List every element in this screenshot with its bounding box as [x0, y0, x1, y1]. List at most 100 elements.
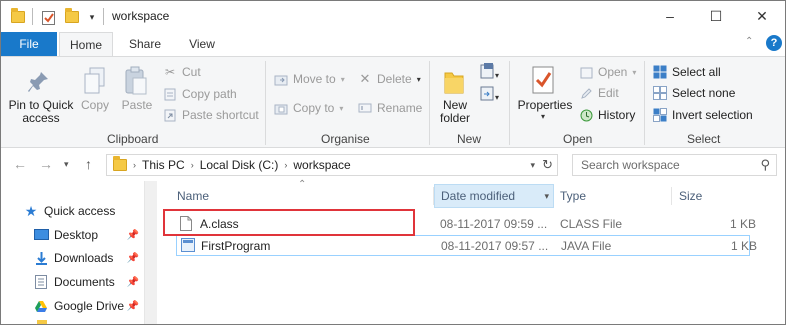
- search-box[interactable]: ⚲: [572, 154, 777, 176]
- cut-label: Cut: [182, 65, 201, 79]
- pin-icon[interactable]: 📌: [127, 230, 139, 241]
- svg-text:▾: ▾: [495, 71, 499, 80]
- rename-label: Rename: [377, 101, 423, 115]
- delete-label: Delete: [377, 72, 412, 86]
- open-label: Open: [598, 65, 628, 79]
- explorer-window: ▾ workspace – ☐ ✕ File Home Share View ⌃…: [0, 0, 786, 325]
- copy-path-button[interactable]: Copy path: [163, 85, 237, 103]
- tab-view[interactable]: View: [177, 32, 227, 56]
- invert-selection-label: Invert selection: [672, 108, 753, 122]
- tab-share[interactable]: Share: [119, 32, 171, 56]
- group-divider: [644, 61, 645, 145]
- copy-to-icon: [274, 101, 288, 115]
- collapse-ribbon-icon[interactable]: ⌃: [745, 36, 753, 47]
- clipboard-group-label: Clipboard: [107, 132, 159, 146]
- easy-access-icon[interactable]: ▾: [479, 83, 501, 103]
- new-folder-quick-icon[interactable]: [63, 8, 81, 26]
- column-filter-chevron-icon[interactable]: ▾: [544, 191, 549, 202]
- paste-button[interactable]: Paste: [119, 99, 155, 112]
- column-header-type[interactable]: Type: [554, 184, 669, 208]
- properties-quick-icon[interactable]: [40, 8, 58, 26]
- tab-file[interactable]: File: [1, 32, 57, 56]
- paste-shortcut-button[interactable]: Paste shortcut: [163, 106, 259, 124]
- file-type: JAVA File: [561, 239, 612, 253]
- pin-to-quick-access-button[interactable]: Pin to Quick access: [7, 99, 75, 125]
- pin-icon[interactable]: 📌: [127, 301, 139, 312]
- pin-icon[interactable]: 📌: [127, 253, 139, 264]
- rename-button[interactable]: Rename: [358, 99, 422, 117]
- nav-item-downloads[interactable]: Downloads 📌: [33, 247, 143, 269]
- up-arrow-icon[interactable]: ↑: [85, 156, 92, 172]
- breadcrumb-separator-icon[interactable]: ›: [284, 160, 287, 170]
- breadcrumb-workspace[interactable]: workspace: [293, 158, 350, 172]
- select-none-button[interactable]: Select none: [653, 84, 735, 102]
- search-icon[interactable]: ⚲: [760, 157, 770, 173]
- recent-locations-chevron-icon[interactable]: ▾: [64, 159, 69, 170]
- google-drive-icon: [33, 299, 49, 313]
- pin-icon[interactable]: 📌: [127, 277, 139, 288]
- customize-quick-access-icon[interactable]: ▾: [86, 8, 98, 26]
- copy-path-label: Copy path: [182, 87, 237, 101]
- column-header-size[interactable]: Size: [673, 184, 753, 208]
- new-item-icon[interactable]: ▾: [479, 61, 501, 81]
- nav-item-label: Desktop: [54, 228, 99, 242]
- breadcrumb-separator-icon[interactable]: ›: [191, 160, 194, 170]
- minimize-button[interactable]: –: [647, 1, 693, 31]
- properties-button[interactable]: Properties: [517, 99, 573, 112]
- select-none-icon: [653, 86, 667, 100]
- column-header-name[interactable]: Name: [171, 184, 426, 208]
- move-to-label: Move to: [293, 72, 336, 86]
- download-icon: [33, 251, 49, 265]
- search-input[interactable]: [581, 158, 751, 172]
- file-size: 1 KB: [730, 217, 757, 231]
- maximize-button[interactable]: ☐: [693, 1, 739, 31]
- back-arrow-icon[interactable]: ←: [13, 156, 27, 172]
- edit-label: Edit: [598, 86, 619, 100]
- copy-to-button[interactable]: Copy to ▾: [274, 99, 343, 117]
- close-button[interactable]: ✕: [739, 1, 785, 31]
- cut-button[interactable]: ✂ Cut: [163, 63, 201, 81]
- move-to-button[interactable]: Move to ▾: [274, 70, 345, 88]
- invert-selection-icon: [653, 108, 667, 122]
- address-bar[interactable]: › This PC › Local Disk (C:) › workspace …: [106, 154, 558, 176]
- nav-item-desktop[interactable]: Desktop 📌: [33, 224, 143, 246]
- history-button[interactable]: History: [579, 106, 635, 124]
- divider: [103, 8, 104, 25]
- nav-item-label: Documents: [54, 275, 115, 289]
- delete-x-icon: ✕: [359, 71, 371, 86]
- breadcrumb-local-disk[interactable]: Local Disk (C:): [200, 158, 279, 172]
- copy-button[interactable]: Copy: [79, 99, 111, 112]
- select-all-icon: [653, 65, 667, 79]
- column-divider[interactable]: [671, 187, 672, 205]
- nav-item-label: Quick access: [44, 204, 116, 218]
- breadcrumb-separator-icon[interactable]: ›: [133, 160, 136, 170]
- address-history-chevron-icon[interactable]: ▾: [530, 160, 535, 171]
- select-all-label: Select all: [672, 65, 721, 79]
- properties-dropdown-icon[interactable]: ▾: [541, 112, 545, 121]
- file-size: 1 KB: [731, 239, 758, 253]
- copy-path-icon: [163, 87, 177, 101]
- edit-button[interactable]: Edit: [579, 84, 619, 102]
- forward-arrow-icon[interactable]: →: [39, 156, 53, 172]
- help-icon[interactable]: ?: [766, 35, 782, 51]
- column-header-date-modified[interactable]: Date modified ▾: [434, 184, 554, 208]
- navigation-bar: ← → ▾ ↑ › This PC › Local Disk (C:) › wo…: [1, 149, 785, 181]
- history-icon: [579, 108, 593, 122]
- nav-item-documents[interactable]: Documents 📌: [33, 271, 143, 293]
- title-bar: ▾ workspace – ☐ ✕: [1, 1, 785, 32]
- refresh-icon[interactable]: ↻: [542, 157, 553, 173]
- table-row[interactable]: FirstProgram 08-11-2017 09:57 ... JAVA F…: [176, 235, 757, 256]
- open-button[interactable]: Open ▾: [579, 63, 636, 81]
- nav-item-google-drive[interactable]: Google Drive 📌: [33, 295, 143, 317]
- new-folder-button[interactable]: New folder: [435, 99, 475, 125]
- dropdown-arrow-icon: ▾: [632, 67, 637, 77]
- select-all-button[interactable]: Select all: [653, 63, 721, 81]
- new-group-label: New: [457, 132, 482, 146]
- invert-selection-button[interactable]: Invert selection: [653, 106, 753, 124]
- navigation-pane-scrollbar[interactable]: [144, 181, 157, 324]
- delete-button[interactable]: ✕ Delete ▾: [358, 70, 421, 88]
- tab-home[interactable]: Home: [59, 32, 113, 57]
- breadcrumb-this-pc[interactable]: This PC: [142, 158, 185, 172]
- documents-icon: [33, 275, 49, 289]
- highlight-box: [163, 209, 415, 236]
